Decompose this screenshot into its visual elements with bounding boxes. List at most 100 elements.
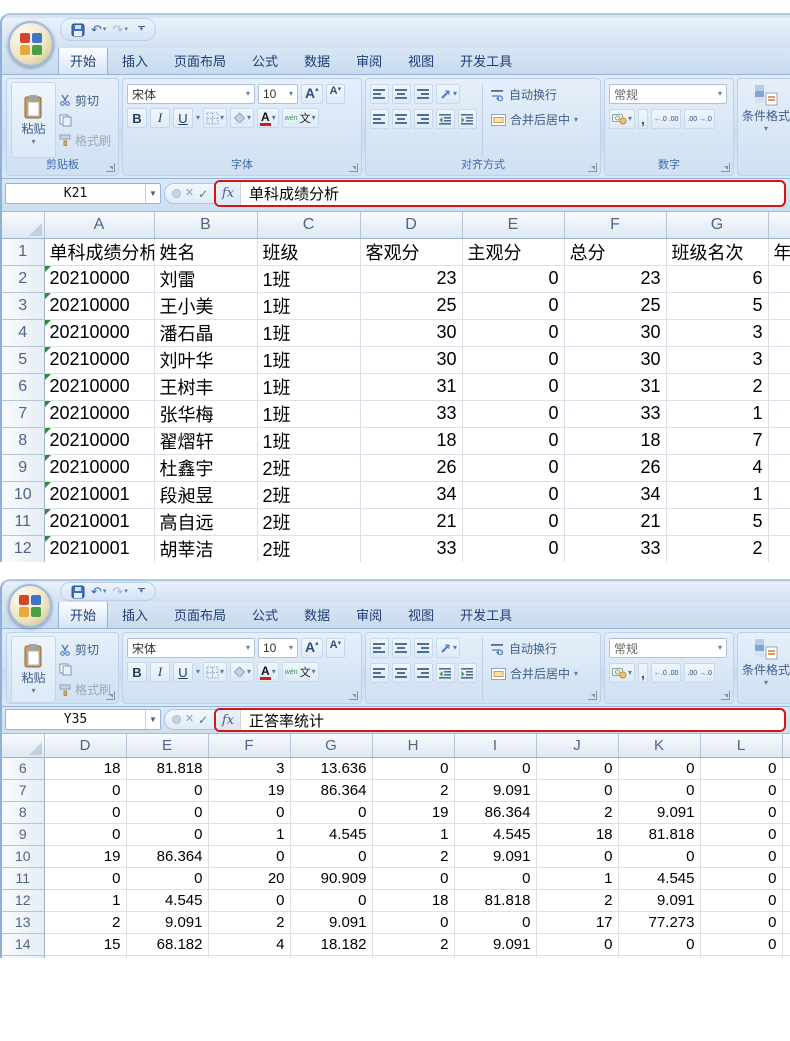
ribbon-tab[interactable]: 开始	[58, 46, 108, 74]
cell[interactable]: 王小美	[154, 292, 257, 319]
cell[interactable]: 20210000	[44, 373, 154, 400]
cell[interactable]	[768, 292, 790, 319]
cell[interactable]: 0	[536, 757, 618, 779]
ribbon-tab[interactable]: 数据	[292, 46, 342, 74]
wrap-text-button[interactable]: 自动换行	[488, 639, 581, 658]
select-all-corner[interactable]	[2, 212, 44, 238]
undo-caret-icon[interactable]: ▾	[103, 26, 107, 33]
decrease-decimal-button[interactable]: .00 →.0	[684, 109, 715, 129]
cell[interactable]: 6	[666, 265, 768, 292]
cell[interactable]: 23	[360, 265, 462, 292]
cell[interactable]: 0	[44, 801, 126, 823]
cell[interactable]: 0	[462, 373, 564, 400]
orientation-button[interactable]: ▾	[436, 84, 460, 104]
row-header[interactable]: 14	[2, 933, 44, 955]
ribbon-tab[interactable]: 插入	[110, 46, 160, 74]
cell[interactable]: 31	[564, 373, 666, 400]
cut-button[interactable]: 剪切	[56, 91, 114, 110]
align-middle-button[interactable]	[392, 84, 411, 104]
cell[interactable]	[782, 867, 790, 889]
cell[interactable]: 0	[618, 845, 700, 867]
align-right-button[interactable]	[414, 663, 433, 683]
wrap-text-button[interactable]: 自动换行	[488, 85, 581, 104]
decrease-decimal-button[interactable]: .00 →.0	[684, 663, 715, 683]
cell[interactable]: 20210000	[44, 319, 154, 346]
cell[interactable]: 20210001	[44, 508, 154, 535]
cell[interactable]	[700, 955, 782, 958]
shrink-font-button[interactable]: A▾	[326, 638, 345, 658]
row-header[interactable]: 8	[2, 427, 44, 454]
cell[interactable]: 2	[666, 535, 768, 562]
cell[interactable]	[782, 823, 790, 845]
cell[interactable]: 30	[360, 319, 462, 346]
row-header[interactable]: 13	[2, 911, 44, 933]
increase-decimal-button[interactable]: ←.0 .00	[651, 663, 682, 683]
qat-customize-button[interactable]: ▾	[138, 26, 145, 32]
cell[interactable]	[44, 955, 126, 958]
cell[interactable]	[782, 779, 790, 801]
font-color-button[interactable]: A▾	[257, 662, 279, 682]
bold-button[interactable]: B	[127, 662, 147, 682]
save-button[interactable]	[71, 23, 85, 37]
cell[interactable]: 0	[700, 779, 782, 801]
cell[interactable]: 0	[44, 823, 126, 845]
redo-button[interactable]: ↷▾	[112, 585, 127, 598]
font-size-select[interactable]: 10▾	[258, 84, 298, 104]
cell[interactable]: 0	[290, 889, 372, 911]
phonetic-button[interactable]: wén文▾	[282, 108, 319, 128]
cell[interactable]	[782, 955, 790, 958]
cell[interactable]: 2	[372, 933, 454, 955]
cell[interactable]: 7	[666, 427, 768, 454]
qat-customize-button[interactable]: ▾	[138, 588, 145, 594]
cell[interactable]: 2班	[257, 535, 360, 562]
ribbon-tab[interactable]: 审阅	[344, 46, 394, 74]
cell[interactable]: 1	[666, 481, 768, 508]
enter-button[interactable]: ✓	[198, 714, 208, 726]
cell[interactable]: 1班	[257, 292, 360, 319]
cell[interactable]: 班级名次	[666, 238, 768, 265]
cell[interactable]: 21	[360, 508, 462, 535]
cell[interactable]: 33	[564, 535, 666, 562]
column-header[interactable]: L	[700, 734, 782, 757]
clipboard-dialog-launcher-icon[interactable]	[106, 163, 115, 172]
ribbon-tab[interactable]: 公式	[240, 46, 290, 74]
cell[interactable]: 0	[44, 867, 126, 889]
cell[interactable]: 2	[372, 779, 454, 801]
cell[interactable]	[768, 508, 790, 535]
row-header[interactable]: 1	[2, 238, 44, 265]
font-name-select[interactable]: 宋体▾	[127, 638, 255, 658]
column-header[interactable]: B	[154, 212, 257, 238]
cell[interactable]: 班级	[257, 238, 360, 265]
cell[interactable]: 刘叶华	[154, 346, 257, 373]
row-header[interactable]: 4	[2, 319, 44, 346]
align-left-button[interactable]	[370, 663, 389, 683]
cell[interactable]: 1班	[257, 319, 360, 346]
accounting-format-button[interactable]: ▾	[609, 663, 635, 683]
cell[interactable]: 19	[208, 779, 290, 801]
decrease-indent-button[interactable]	[436, 109, 455, 129]
cell[interactable]: 20210000	[44, 454, 154, 481]
insert-function-button[interactable]: fx	[216, 182, 241, 205]
copy-button[interactable]	[56, 660, 114, 679]
cell[interactable]: 9.091	[454, 933, 536, 955]
cell[interactable]: 0	[700, 889, 782, 911]
cell[interactable]: 段昶昱	[154, 481, 257, 508]
cell[interactable]: 0	[618, 757, 700, 779]
cell[interactable]	[768, 400, 790, 427]
cell[interactable]: 0	[126, 779, 208, 801]
cell[interactable]: 0	[372, 867, 454, 889]
redo-button[interactable]: ↷▾	[112, 23, 127, 36]
align-middle-button[interactable]	[392, 638, 411, 658]
cell[interactable]	[782, 889, 790, 911]
cell[interactable]: 4.545	[126, 889, 208, 911]
grow-font-button[interactable]: A▴	[301, 84, 323, 104]
ribbon-tab[interactable]: 公式	[240, 600, 290, 628]
cell[interactable]: 18	[44, 757, 126, 779]
name-box[interactable]: Y35 ▼	[5, 709, 161, 730]
cell[interactable]: 4.545	[454, 823, 536, 845]
cell[interactable]: 0	[208, 889, 290, 911]
clipboard-dialog-launcher-icon[interactable]	[106, 691, 115, 700]
underline-button[interactable]: U	[173, 108, 193, 128]
cell[interactable]: 主观分	[462, 238, 564, 265]
cell[interactable]: 单科成绩分析	[44, 238, 154, 265]
